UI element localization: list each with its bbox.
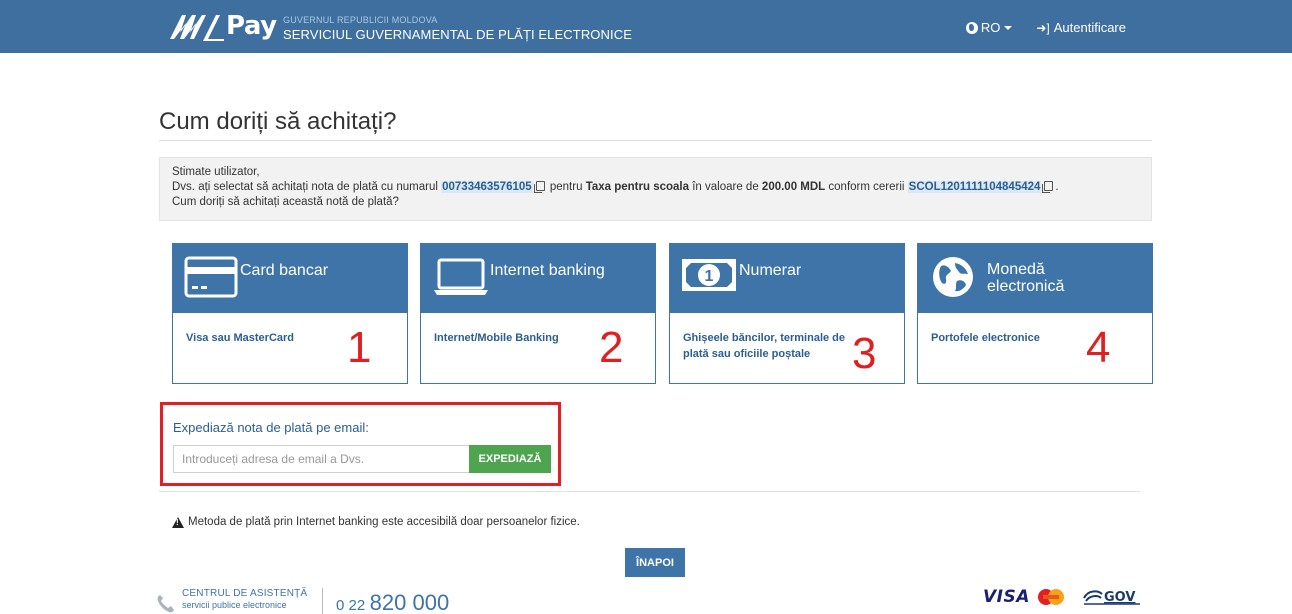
mgov-logo: GOV <box>1083 590 1140 605</box>
card-description: Visa sau MasterCard <box>186 332 295 344</box>
gov-title-block: GUVERNUL REPUBLICII MOLDOVA SERVICIUL GU… <box>283 15 632 42</box>
cash-icon: 1 <box>682 259 736 291</box>
visa-logo: VISA <box>983 587 1030 607</box>
helpdesk-block: CENTRUL DE ASISTENȚĂ servicii publice el… <box>182 589 307 610</box>
notice-text: Metoda de plată prin Internet banking es… <box>188 516 580 528</box>
top-navbar: Pay GUVERNUL REPUBLICII MOLDOVA SERVICIU… <box>0 0 1292 53</box>
mgov-text: GOV <box>1104 590 1135 605</box>
copy-invoice-icon[interactable] <box>533 181 545 193</box>
login-link[interactable]: ➜] Autentificare <box>1036 20 1126 35</box>
nav-right: RO ➜] Autentificare <box>965 20 1126 35</box>
card-header: Monedă electronică <box>918 244 1152 313</box>
laptop-icon <box>434 258 488 295</box>
helpdesk-phone[interactable]: 0 22 820 000 <box>336 592 449 614</box>
caret-down-icon <box>1004 25 1013 30</box>
info-text: pentru <box>549 181 583 193</box>
send-email-button[interactable]: EXPEDIAZĂ <box>469 445 551 473</box>
card-description: Ghișeele băncilor, terminale de plată sa… <box>683 332 846 360</box>
card-title: Internet banking <box>490 262 605 279</box>
login-label: Autentificare <box>1053 20 1126 35</box>
annotation-number: 2 <box>599 323 624 372</box>
email-label: Expediază nota de plată pe email: <box>173 420 369 435</box>
helpdesk-title: CENTRUL DE ASISTENȚĂ <box>182 588 308 599</box>
payment-method-card[interactable]: 1 Numerar Ghișeele băncilor, terminale d… <box>669 243 905 384</box>
language-dropdown[interactable]: RO <box>965 20 1013 35</box>
payment-method-card[interactable]: Monedă electronică Portofele electronice… <box>917 243 1153 384</box>
info-box: Stimate utilizator, Dvs. ați selectat să… <box>159 157 1152 221</box>
notice: Metoda de plată prin Internet banking es… <box>172 516 580 528</box>
mpay-logo-mark-icon <box>170 15 224 41</box>
card-title: Numerar <box>739 262 802 279</box>
credit-card-icon <box>184 256 238 298</box>
card-title-line: Monedă <box>987 261 1045 278</box>
info-details: Dvs. ați selectat să achitați nota de pl… <box>172 181 1059 193</box>
copy-request-icon[interactable] <box>1042 181 1054 193</box>
globe-icon <box>965 21 978 34</box>
mpay-logo[interactable]: Pay <box>168 6 277 46</box>
card-title: Card bancar <box>240 262 329 279</box>
info-text: Dvs. ați selectat să achitați nota de pl… <box>172 181 438 193</box>
annotation-number: 3 <box>852 329 877 378</box>
email-input[interactable] <box>173 445 469 473</box>
info-question: Cum doriți să achitați această notă de p… <box>172 196 399 208</box>
amount: 200.00 MDL <box>761 181 826 193</box>
gov-subtitle: GUVERNUL REPUBLICII MOLDOVA <box>283 15 438 25</box>
phone-prefix: 0 22 <box>336 597 366 614</box>
phone-icon <box>157 595 174 613</box>
page-title: Cum doriți să achitați? <box>159 108 397 135</box>
svg-text:1: 1 <box>705 268 714 285</box>
back-button[interactable]: ÎNAPOI <box>625 548 685 577</box>
warning-icon <box>172 516 184 528</box>
payment-method-card[interactable]: Internet banking Internet/Mobile Banking… <box>420 243 656 384</box>
divider <box>322 588 323 614</box>
divider <box>159 491 1140 492</box>
phone-number: 820 000 <box>369 590 450 614</box>
divider <box>159 140 1152 141</box>
logo-text: Pay <box>226 11 277 41</box>
service-name: Taxa pentru scoala <box>585 181 690 193</box>
info-text: în valoare de <box>692 181 759 193</box>
request-id: SCOL1201111104845424 <box>907 181 1042 193</box>
login-icon: ➜] <box>1036 20 1050 35</box>
card-title: Monedă electronică <box>987 261 1064 295</box>
info-text: conform cererii <box>828 181 905 193</box>
card-header: Card bancar <box>173 244 407 313</box>
mastercard-logo-icon <box>1038 589 1064 605</box>
email-send-box: Expediază nota de plată pe email: EXPEDI… <box>160 402 561 486</box>
card-description: Portofele electronice <box>931 332 1040 344</box>
card-header: Internet banking <box>421 244 655 313</box>
payment-method-card[interactable]: Card bancar Visa sau MasterCard 1 <box>172 243 408 384</box>
info-greeting: Stimate utilizator, <box>172 166 260 178</box>
card-header: 1 Numerar <box>670 244 904 313</box>
helpdesk-subtitle: servicii publice electronice <box>182 600 287 610</box>
card-description: Internet/Mobile Banking <box>434 332 559 344</box>
card-title-line: electronică <box>987 278 1065 295</box>
annotation-number: 4 <box>1086 323 1111 372</box>
globe-icon <box>933 257 973 297</box>
gov-title: SERVICIUL GUVERNAMENTAL DE PLĂȚI ELECTRO… <box>283 27 632 42</box>
annotation-number: 1 <box>347 323 372 372</box>
language-label: RO <box>980 20 1001 35</box>
invoice-number: 00733463576105 <box>441 181 533 193</box>
